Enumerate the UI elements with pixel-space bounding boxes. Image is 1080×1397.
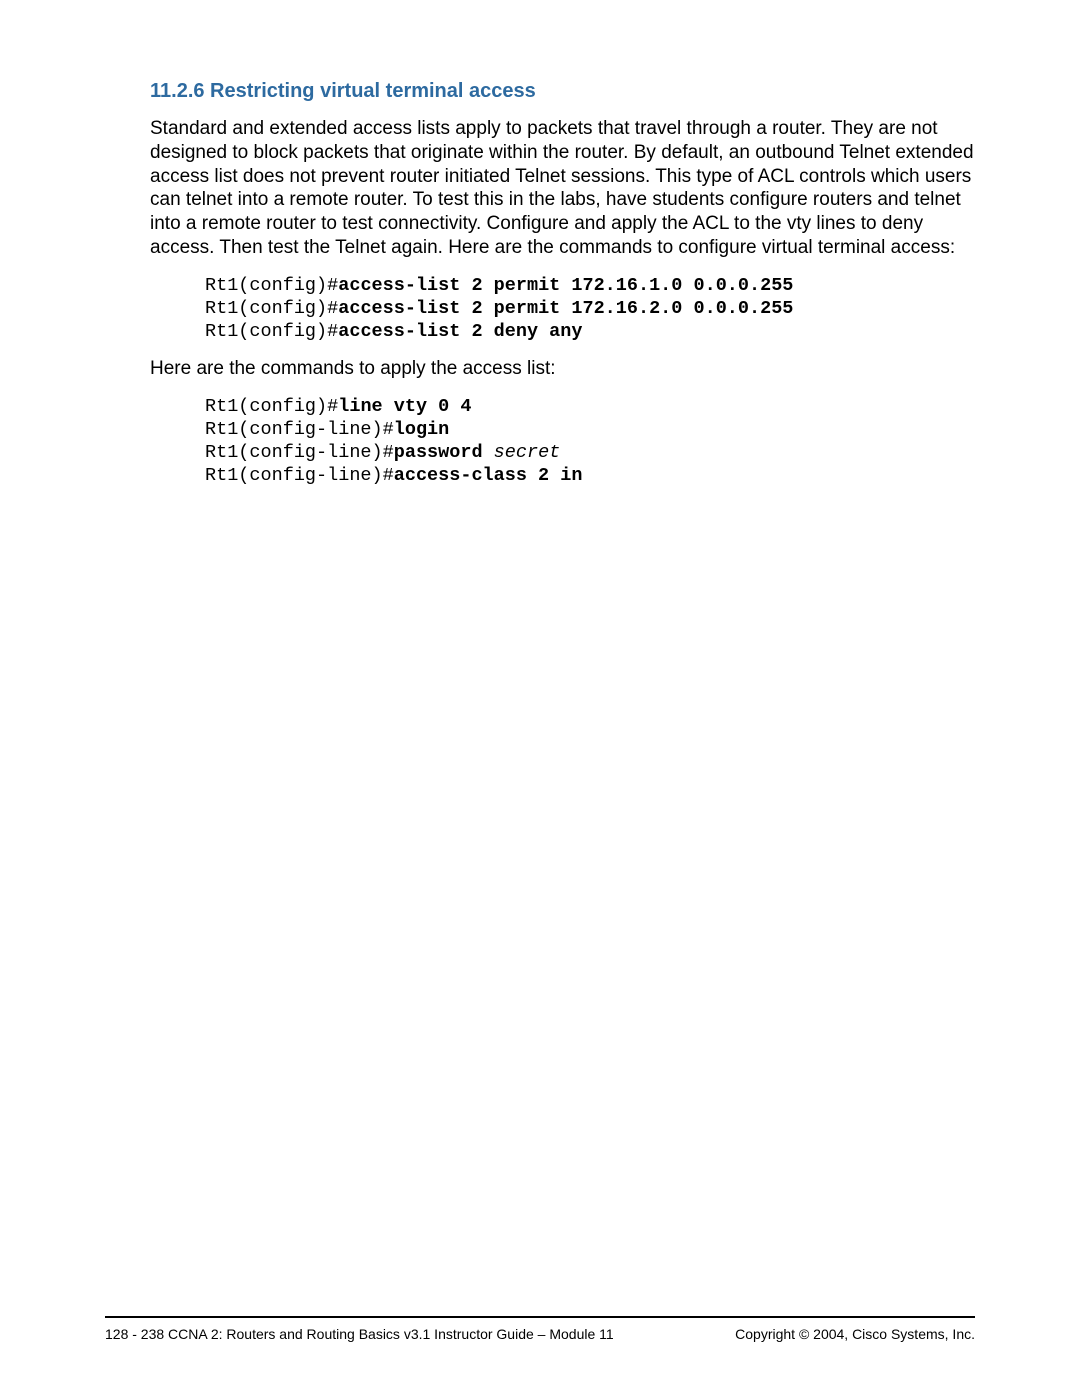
code-prompt: Rt1(config-line)# [205, 465, 394, 486]
section-heading: 11.2.6 Restricting virtual terminal acce… [150, 80, 975, 103]
code-command: line vty 0 4 [338, 396, 471, 417]
code-command: access-list 2 deny any [338, 321, 582, 342]
code-command: access-list 2 permit 172.16.1.0 0.0.0.25… [338, 275, 793, 296]
code-prompt: Rt1(config)# [205, 396, 338, 417]
code-block-acl: Rt1(config)#access-list 2 permit 172.16.… [205, 274, 975, 343]
code-block-apply: Rt1(config)#line vty 0 4 Rt1(config-line… [205, 395, 975, 488]
code-prompt: Rt1(config)# [205, 298, 338, 319]
intro-paragraph: Standard and extended access lists apply… [150, 117, 975, 260]
code-prompt: Rt1(config)# [205, 275, 338, 296]
code-command: access-list 2 permit 172.16.2.0 0.0.0.25… [338, 298, 793, 319]
footer-right: Copyright © 2004, Cisco Systems, Inc. [735, 1326, 975, 1342]
footer-row: 128 - 238 CCNA 2: Routers and Routing Ba… [105, 1326, 975, 1342]
code-command: login [394, 419, 450, 440]
code-command: access-class 2 in [394, 465, 583, 486]
code-command: password [394, 442, 494, 463]
footer-left: 128 - 238 CCNA 2: Routers and Routing Ba… [105, 1326, 614, 1342]
code-prompt: Rt1(config-line)# [205, 442, 394, 463]
code-prompt: Rt1(config-line)# [205, 419, 394, 440]
page-footer: 128 - 238 CCNA 2: Routers and Routing Ba… [105, 1316, 975, 1342]
footer-rule [105, 1316, 975, 1318]
page: 11.2.6 Restricting virtual terminal acce… [0, 0, 1080, 1397]
code-argument: secret [494, 442, 561, 463]
code-prompt: Rt1(config)# [205, 321, 338, 342]
second-paragraph: Here are the commands to apply the acces… [150, 357, 975, 381]
